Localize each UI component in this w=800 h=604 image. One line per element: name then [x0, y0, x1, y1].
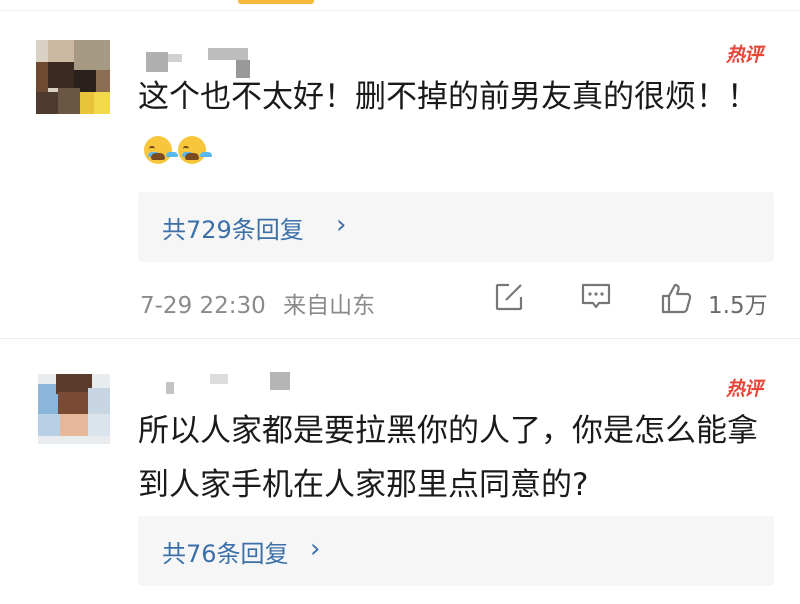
top-divider	[0, 10, 800, 11]
comment-divider	[0, 338, 800, 339]
chevron-right-icon: ›	[336, 210, 347, 240]
comment-card: 热评 所以人家都是要拉黑你的人了，你是怎么能拿到人家手机在人家那里点同意的? 共…	[0, 360, 800, 604]
crying-face-icon	[144, 136, 172, 164]
view-replies-button[interactable]: 共729条回复 ›	[138, 192, 774, 262]
comment-meta: 7-29 22:30 来自山东	[140, 286, 375, 320]
comment-text: 所以人家都是要拉黑你的人了，你是怎么能拿到人家手机在人家那里点同意的?	[138, 413, 758, 503]
hot-comment-badge: 热评	[725, 378, 763, 400]
thumbs-up-icon[interactable]	[660, 282, 694, 314]
hot-comment-badge: 热评	[725, 44, 763, 66]
location: 来自山东	[283, 293, 376, 319]
comment-card: 热评 这个也不太好！删不掉的前男友真的很烦！！ 共729条回复 › 7-29 2…	[0, 28, 800, 328]
comment-icon[interactable]	[580, 282, 612, 312]
avatar[interactable]	[38, 374, 110, 444]
like-count: 1.5万	[708, 293, 768, 319]
chevron-right-icon: ›	[310, 534, 321, 564]
share-edit-icon[interactable]	[494, 282, 524, 312]
replies-count-label: 共729条回复	[162, 216, 304, 244]
timestamp: 7-29 22:30	[140, 293, 266, 319]
comment-text: 这个也不太好！删不掉的前男友真的很烦！！	[138, 70, 778, 178]
avatar[interactable]	[36, 40, 110, 114]
comment-body: 这个也不太好！删不掉的前男友真的很烦！！	[138, 79, 758, 115]
replies-count-label: 共76条回复	[162, 540, 289, 568]
view-replies-button[interactable]: 共76条回复 ›	[138, 516, 774, 586]
crying-face-icon	[178, 136, 206, 164]
top-accent-bar	[238, 0, 314, 4]
